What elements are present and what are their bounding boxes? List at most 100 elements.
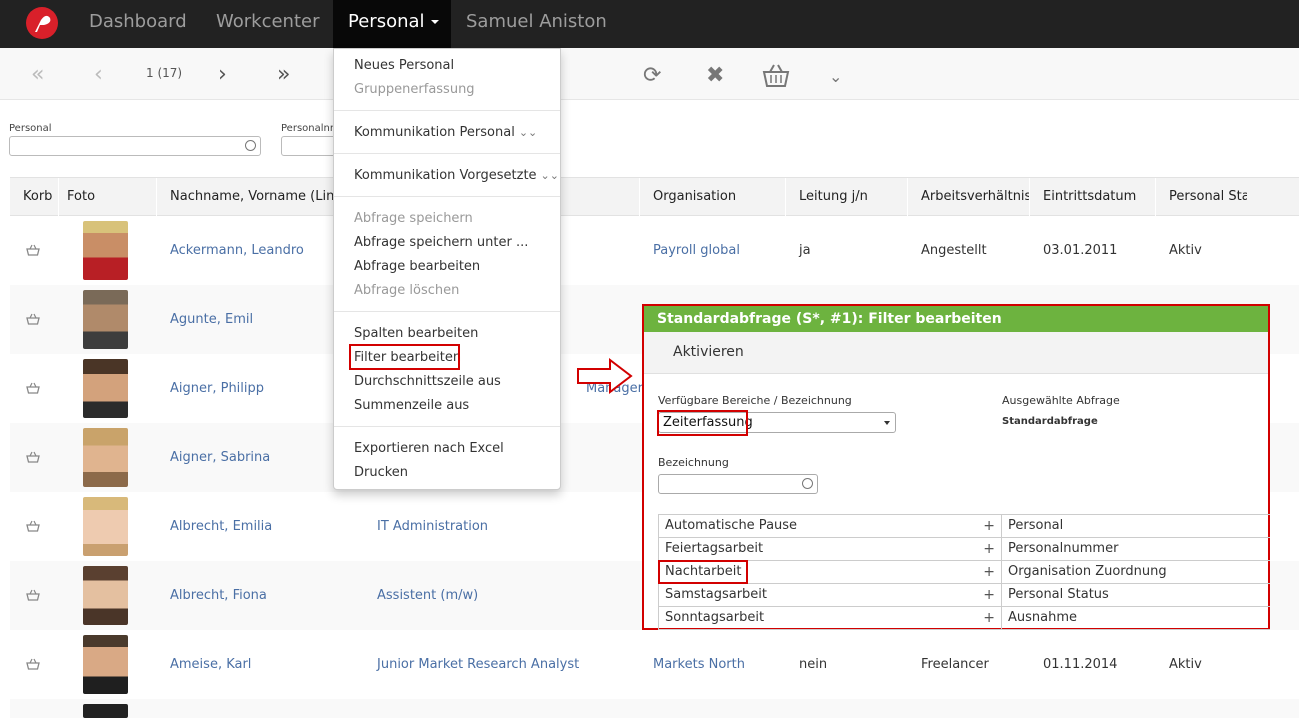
basket-icon[interactable] xyxy=(26,658,40,670)
plus-icon[interactable]: + xyxy=(983,607,995,629)
plus-icon[interactable]: + xyxy=(983,538,995,560)
menu-summenzeile[interactable]: Summenzeile aus xyxy=(354,398,469,413)
menu-export-excel[interactable]: Exportieren nach Excel xyxy=(354,441,504,456)
double-chevron-down-icon: ⌄⌄ xyxy=(540,169,559,182)
organisation-link[interactable]: Payroll global xyxy=(653,216,740,285)
th-eintrittsdatum[interactable]: Eintrittsdatum xyxy=(1043,178,1153,216)
menu-kommunikation-vorgesetzte[interactable]: Kommunikation Vorgesetzte ⌄⌄ xyxy=(354,168,559,183)
app-logo[interactable] xyxy=(26,7,58,39)
plus-icon[interactable]: + xyxy=(983,561,995,583)
basket-icon[interactable] xyxy=(26,382,40,394)
filter-edit-panel: Standardabfrage (S*, #1): Filter bearbei… xyxy=(642,304,1270,630)
bezeichnung-input[interactable] xyxy=(658,474,818,494)
table-row[interactable]: Ackermann, Leandro Payroll global ja Ang… xyxy=(10,216,1299,285)
avatar xyxy=(83,497,128,556)
nav-workcenter[interactable]: Workcenter xyxy=(216,0,320,48)
nav-personal[interactable]: Personal xyxy=(333,0,451,48)
search-icon xyxy=(802,478,813,489)
person-name-link[interactable]: Aigner, Sabrina xyxy=(170,423,270,492)
person-name-link[interactable]: Ackermann, Leandro xyxy=(170,216,304,285)
plus-icon[interactable]: + xyxy=(983,584,995,606)
avatar xyxy=(83,635,128,694)
list-item[interactable]: Automatische Pause + Personal xyxy=(658,515,1270,538)
highlight-box xyxy=(658,560,748,584)
highlight-box xyxy=(657,410,748,436)
filter-personalnr-label: Personalnr xyxy=(281,123,334,134)
basket-icon[interactable] xyxy=(26,520,40,532)
th-name[interactable]: Nachname, Vorname (Link) xyxy=(170,178,340,216)
th-arbeitsverhaeltnis[interactable]: Arbeitsverhältnis xyxy=(921,178,1029,216)
position-link[interactable]: IT Administration xyxy=(377,492,488,561)
next-page-icon[interactable]: › xyxy=(218,64,227,86)
menu-drucken[interactable]: Drucken xyxy=(354,465,408,480)
selected-field: Personal xyxy=(1008,518,1064,533)
table-row[interactable]: Ameise, Karl Junior Market Research Anal… xyxy=(10,630,1299,699)
basket-icon[interactable] xyxy=(26,313,40,325)
table-row[interactable] xyxy=(10,699,1299,718)
eintritt-cell: 01.11.2014 xyxy=(1043,657,1118,672)
th-organisation[interactable]: Organisation xyxy=(653,178,783,216)
available-field: Feiertagsarbeit xyxy=(665,541,764,556)
th-leitung[interactable]: Leitung j/n xyxy=(799,178,907,216)
person-name-link[interactable]: Aigner, Philipp xyxy=(170,354,264,423)
personal-dropdown-menu: Neues Personal Gruppenerfassung Kommunik… xyxy=(333,48,561,490)
highlight-box xyxy=(349,344,460,370)
caret-down-icon xyxy=(884,421,890,425)
list-item[interactable]: Nachtarbeit + Organisation Zuordnung xyxy=(658,561,1270,584)
expand-icon[interactable]: ⌄ xyxy=(829,66,842,88)
basket-icon[interactable] xyxy=(26,244,40,256)
selected-field: Personalnummer xyxy=(1008,541,1119,556)
position-link[interactable]: Junior Market Research Analyst xyxy=(377,630,579,699)
list-item[interactable]: Feiertagsarbeit + Personalnummer xyxy=(658,538,1270,561)
menu-abfrage-loeschen: Abfrage löschen xyxy=(354,283,460,298)
basket-icon[interactable] xyxy=(762,62,790,93)
list-item[interactable]: Sonntagsarbeit + Ausnahme xyxy=(658,607,1270,630)
arbeit-cell: Freelancer xyxy=(921,657,989,672)
first-page-icon[interactable]: « xyxy=(31,64,44,86)
menu-gruppenerfassung: Gruppenerfassung xyxy=(354,82,475,97)
prev-page-icon[interactable]: ‹ xyxy=(94,64,103,86)
menu-abfrage-speichern: Abfrage speichern xyxy=(354,211,473,226)
basket-icon[interactable] xyxy=(26,589,40,601)
nav-user[interactable]: Samuel Aniston xyxy=(466,0,607,48)
position-link[interactable]: Assistent (m/w) xyxy=(377,561,478,630)
available-field: Sonntagsarbeit xyxy=(665,610,765,625)
person-name-link[interactable]: Ameise, Karl xyxy=(170,630,251,699)
filter-personalnr-input[interactable] xyxy=(281,136,341,156)
th-status[interactable]: Personal Status xyxy=(1169,178,1247,216)
areas-label: Verfügbare Bereiche / Bezeichnung xyxy=(658,394,852,407)
arbeit-cell: Angestellt xyxy=(921,243,987,258)
selected-query-value: Standardabfrage xyxy=(1002,416,1098,427)
avatar xyxy=(83,428,128,487)
close-icon[interactable]: ✖ xyxy=(706,65,724,87)
field-grid: Automatische Pause + Personal Feiertagsar… xyxy=(658,514,1270,630)
person-name-link[interactable]: Albrecht, Fiona xyxy=(170,561,267,630)
menu-abfrage-bearbeiten[interactable]: Abfrage bearbeiten xyxy=(354,259,480,274)
menu-durchschnittszeile[interactable]: Durchschnittszeile aus xyxy=(354,374,501,389)
basket-icon[interactable] xyxy=(26,451,40,463)
list-item[interactable]: Samstagsarbeit + Personal Status xyxy=(658,584,1270,607)
double-chevron-down-icon: ⌄⌄ xyxy=(518,126,538,139)
last-page-icon[interactable]: » xyxy=(277,64,290,86)
menu-kommunikation-personal[interactable]: Kommunikation Personal ⌄⌄ xyxy=(354,125,537,140)
menu-kommunikation-vorgesetzte-label: Kommunikation Vorgesetzte xyxy=(354,168,537,183)
organisation-link[interactable]: Markets North xyxy=(653,630,745,699)
th-foto[interactable]: Foto xyxy=(67,178,147,216)
status-cell: Aktiv xyxy=(1169,243,1202,258)
nav-dashboard[interactable]: Dashboard xyxy=(89,0,187,48)
person-name-link[interactable]: Albrecht, Emilia xyxy=(170,492,272,561)
menu-abfrage-speichern-unter[interactable]: Abfrage speichern unter ... xyxy=(354,235,528,250)
menu-spalten-bearbeiten[interactable]: Spalten bearbeiten xyxy=(354,326,478,341)
avatar xyxy=(83,290,128,349)
available-field: Automatische Pause xyxy=(665,518,798,533)
menu-neues-personal[interactable]: Neues Personal xyxy=(354,58,454,73)
refresh-icon[interactable]: ⟳ xyxy=(643,65,661,87)
available-field: Samstagsarbeit xyxy=(665,587,768,602)
avatar xyxy=(83,359,128,418)
filter-personal-input[interactable] xyxy=(9,136,261,156)
th-korb[interactable]: Korb xyxy=(23,178,67,216)
table-header: Korb Foto Nachname, Vorname (Link) Organ… xyxy=(10,177,1299,216)
person-name-link[interactable]: Agunte, Emil xyxy=(170,285,253,354)
activate-button[interactable]: Aktivieren xyxy=(673,344,744,360)
plus-icon[interactable]: + xyxy=(983,515,995,537)
